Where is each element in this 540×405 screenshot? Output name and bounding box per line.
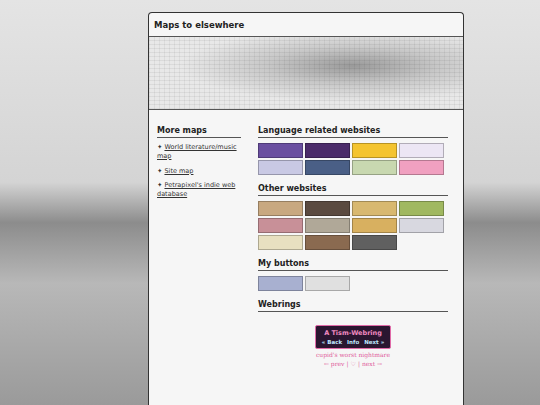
site-button[interactable] <box>399 201 444 216</box>
sidebar-item[interactable]: ✦Petrapixel's indie web database <box>157 181 241 199</box>
section-heading: Language related websites <box>258 126 448 138</box>
site-button[interactable] <box>258 160 303 175</box>
webring-link[interactable]: « Back <box>322 339 342 345</box>
button-grid <box>258 201 448 250</box>
site-button[interactable] <box>399 143 444 158</box>
webring-link[interactable]: Next » <box>364 339 384 345</box>
site-button[interactable] <box>352 143 397 158</box>
site-button[interactable] <box>352 235 397 250</box>
section-heading: Webrings <box>258 300 448 312</box>
site-button[interactable] <box>258 276 303 291</box>
window-title: Maps to elsewhere <box>149 13 463 37</box>
button-grid <box>258 276 448 291</box>
main-column: Language related websites Other websites M… <box>258 126 448 367</box>
site-button[interactable] <box>305 235 350 250</box>
webring-links: « Back Info Next » <box>322 339 384 345</box>
sidebar-item[interactable]: ✦Site map <box>157 167 241 176</box>
site-button[interactable] <box>399 160 444 175</box>
section-heading: Other websites <box>258 184 448 196</box>
star-icon: ✦ <box>157 181 162 189</box>
webring-title: A Tism-Webring <box>324 329 382 337</box>
content: More maps ✦World literature/music map ✦Sit… <box>149 110 463 367</box>
sidebar: More maps ✦World literature/music map ✦Sit… <box>157 126 241 367</box>
site-button[interactable] <box>258 143 303 158</box>
site-button[interactable] <box>305 201 350 216</box>
webrings: A Tism-Webring « Back Info Next » cupid's wo… <box>258 325 448 367</box>
site-button[interactable] <box>305 218 350 233</box>
prev-link[interactable]: ← prev <box>324 360 345 367</box>
site-button[interactable] <box>305 143 350 158</box>
sidebar-heading: More maps <box>157 126 241 138</box>
webring-title: cupid's worst nightmare <box>316 351 390 358</box>
site-button[interactable] <box>258 201 303 216</box>
sidebar-item[interactable]: ✦World literature/music map <box>157 143 241 161</box>
star-icon: ✦ <box>157 143 162 151</box>
site-button[interactable] <box>352 201 397 216</box>
webring-link[interactable]: Info <box>347 339 359 345</box>
site-button[interactable] <box>305 276 350 291</box>
webring-nav: ← prev|♡|next → <box>324 360 382 367</box>
star-icon: ✦ <box>157 167 162 175</box>
section-heading: My buttons <box>258 259 448 271</box>
main-panel: Maps to elsewhere More maps ✦World literat… <box>148 12 464 405</box>
webring-widget: A Tism-Webring « Back Info Next » <box>315 325 391 349</box>
site-button[interactable] <box>258 235 303 250</box>
site-button[interactable] <box>352 160 397 175</box>
site-button[interactable] <box>352 218 397 233</box>
next-link[interactable]: next → <box>362 360 382 367</box>
site-button[interactable] <box>305 160 350 175</box>
heart-icon[interactable]: ♡ <box>351 360 356 367</box>
site-button[interactable] <box>258 218 303 233</box>
map-image <box>149 37 463 110</box>
site-button[interactable] <box>399 218 444 233</box>
button-grid <box>258 143 448 175</box>
